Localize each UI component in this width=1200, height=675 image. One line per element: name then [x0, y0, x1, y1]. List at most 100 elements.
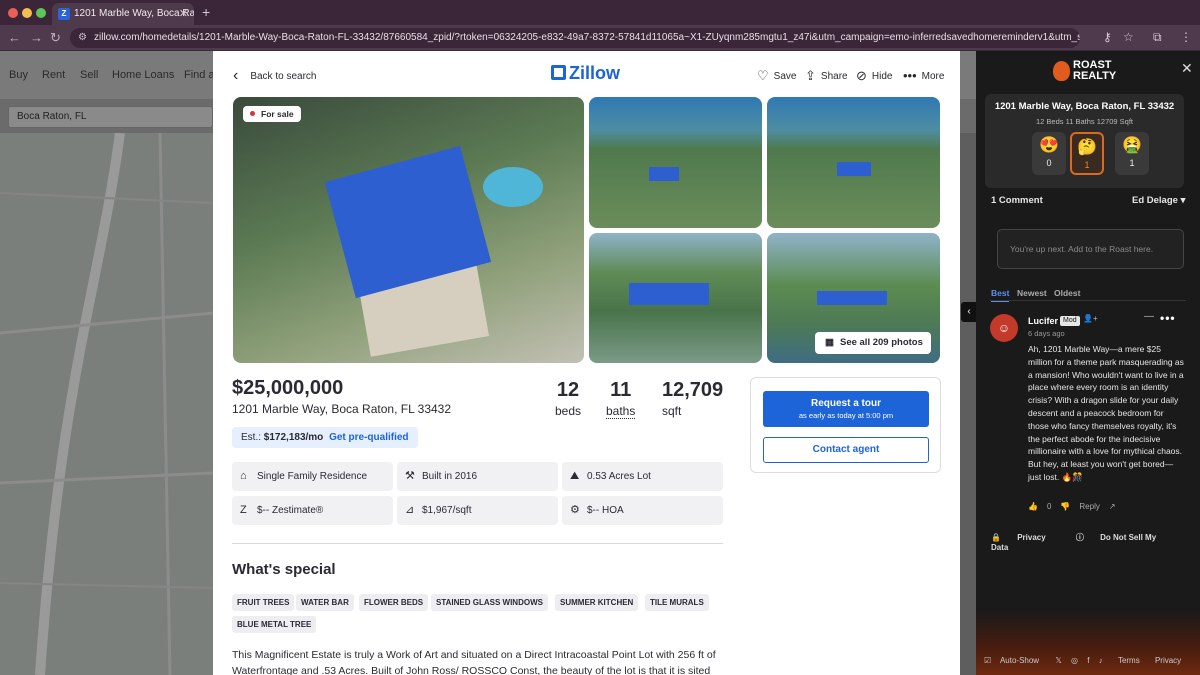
- share-label: Share: [820, 71, 848, 82]
- heart-eyes-icon: 😍: [1039, 137, 1059, 154]
- add-user-icon[interactable]: 👤+: [1083, 314, 1098, 323]
- photo-aerial-2[interactable]: [767, 97, 940, 228]
- fact-home-type: ⌂ Single Family Residence: [232, 462, 393, 491]
- more-button[interactable]: ••• More: [903, 67, 945, 83]
- see-all-label: See all 209 photos: [839, 337, 923, 348]
- contact-agent-button[interactable]: Contact agent: [763, 437, 929, 463]
- photo-pool: [483, 167, 543, 207]
- main-photo[interactable]: For sale: [233, 97, 584, 363]
- downvote-icon[interactable]: 👎: [1060, 502, 1070, 511]
- sort-newest-tab[interactable]: Newest: [1017, 288, 1047, 298]
- reaction-thinking[interactable]: 🤔 1: [1070, 132, 1104, 175]
- minimize-window-button[interactable]: [22, 8, 32, 18]
- zestimate-icon: Z: [240, 504, 247, 516]
- chevron-left-icon: ‹: [233, 67, 239, 84]
- status-dot-icon: [250, 111, 255, 116]
- reply-button[interactable]: Reply: [1079, 502, 1099, 511]
- reaction-nauseated[interactable]: 🤮 1: [1115, 132, 1149, 175]
- terms-link[interactable]: Terms: [1118, 656, 1140, 665]
- fire-decoration: [976, 611, 1200, 675]
- baths-value: 11: [610, 379, 632, 401]
- baths-stat[interactable]: 11 baths: [606, 379, 636, 419]
- nav-rent[interactable]: Rent: [42, 69, 65, 81]
- privacy-row: 🔒 Privacy ⓘ Do Not Sell My Data: [991, 532, 1200, 552]
- comment-actions: 👍 0 👎 Reply ↗: [1028, 502, 1125, 511]
- avatar[interactable]: ☺: [990, 314, 1018, 342]
- maximize-window-button[interactable]: [36, 8, 46, 18]
- see-all-photos-button[interactable]: ▦ See all 209 photos: [815, 332, 931, 354]
- fact-text: 0.53 Acres Lot: [587, 471, 651, 482]
- hide-icon: ⊘: [856, 68, 867, 83]
- site-settings-icon[interactable]: ⚙: [78, 28, 87, 48]
- photo-house-roof: [817, 291, 887, 305]
- tab-title: 1201 Marble Way, Boca Raton: [74, 8, 194, 19]
- nav-buy[interactable]: Buy: [9, 69, 28, 81]
- comment-input[interactable]: You're up next. Add to the Roast here.: [997, 229, 1184, 269]
- user-menu[interactable]: Ed Delage ▾: [1132, 195, 1185, 206]
- extensions-icon[interactable]: ⧉: [1153, 30, 1162, 45]
- new-tab-icon[interactable]: +: [202, 4, 210, 20]
- zillow-z-icon: [551, 65, 566, 80]
- feature-tag: BLUE METAL TREE: [232, 616, 317, 633]
- sidebar-toggle-chevron-icon[interactable]: ‹: [961, 302, 977, 322]
- whats-special-title: What's special: [232, 561, 336, 578]
- privacy-footer-link[interactable]: Privacy: [1155, 656, 1181, 665]
- get-prequalified-link[interactable]: Get pre-qualified: [329, 432, 408, 443]
- sort-oldest-tab[interactable]: Oldest: [1054, 288, 1080, 298]
- feature-tag: STAINED GLASS WINDOWS: [431, 594, 548, 611]
- tiktok-icon[interactable]: ♪: [1099, 656, 1103, 665]
- close-tab-icon[interactable]: ✕: [179, 3, 188, 25]
- close-window-button[interactable]: [8, 8, 18, 18]
- for-sale-badge: For sale: [243, 106, 301, 122]
- photo-aerial-3[interactable]: [589, 233, 762, 363]
- fact-hoa: ⚙ $-- HOA: [562, 496, 723, 525]
- comment-author[interactable]: Lucifer: [1028, 316, 1058, 326]
- map-area[interactable]: [0, 133, 213, 675]
- browser-tab[interactable]: Z 1201 Marble Way, Boca Raton ✕: [52, 3, 194, 25]
- reaction-heart-eyes[interactable]: 😍 0: [1032, 132, 1066, 175]
- zillow-logo[interactable]: Zillow: [551, 63, 620, 84]
- auto-show-label: Auto-Show: [999, 656, 1040, 665]
- feature-tag: WATER BAR: [296, 594, 354, 611]
- location-search-input[interactable]: Boca Raton, FL: [8, 106, 213, 128]
- request-tour-button[interactable]: Request a tour as early as today at 5:00 …: [763, 391, 929, 427]
- facebook-icon[interactable]: f: [1087, 656, 1089, 665]
- feature-tag: FLOWER BEDS: [359, 594, 429, 611]
- auto-show-toggle[interactable]: ☑ Auto-Show: [984, 656, 1046, 665]
- privacy-link[interactable]: 🔒 Privacy: [991, 533, 1060, 542]
- request-tour-label: Request a tour: [810, 398, 881, 409]
- nav-sell[interactable]: Sell: [80, 69, 98, 81]
- roast-property-meta: 12 Beds 11 Baths 12709 Sqft: [1035, 117, 1134, 126]
- back-icon[interactable]: ←: [8, 30, 21, 45]
- hide-button[interactable]: ⊘ Hide: [856, 67, 892, 83]
- share-button[interactable]: ⇪ Share: [805, 67, 848, 83]
- x-social-icon[interactable]: 𝕏: [1055, 656, 1061, 665]
- logo-text: Zillow: [569, 63, 620, 83]
- nav-home-loans[interactable]: Home Loans: [112, 69, 174, 81]
- estimated-payment[interactable]: Est.: $172,183/mo Get pre-qualified: [232, 427, 418, 448]
- beds-stat: 12 beds: [555, 379, 581, 418]
- listing-price: $25,000,000: [232, 377, 344, 399]
- instagram-icon[interactable]: ◎: [1071, 656, 1078, 665]
- thinking-icon: 🤔: [1077, 139, 1097, 156]
- feature-tag: TILE MURALS: [645, 594, 709, 611]
- share-comment-icon[interactable]: ↗: [1109, 502, 1116, 511]
- save-button[interactable]: ♡ Save: [757, 67, 796, 83]
- forward-icon[interactable]: →: [30, 30, 43, 45]
- nav-find-agent[interactable]: Find a: [184, 69, 215, 81]
- url-field[interactable]: ⚙ zillow.com/homedetails/1201-Marble-Way…: [70, 28, 1080, 48]
- reload-icon[interactable]: ↻: [50, 30, 61, 46]
- modal-header: ‹ Back to search Zillow ♡ Save ⇪ Share ⊘ Hid…: [213, 51, 960, 97]
- back-to-search-button[interactable]: ‹ Back to search: [233, 66, 316, 84]
- fact-text: $-- HOA: [587, 505, 624, 516]
- photo-aerial-1[interactable]: [589, 97, 762, 228]
- key-icon[interactable]: ⚷: [1103, 30, 1112, 44]
- close-sidebar-icon[interactable]: ✕: [1181, 60, 1193, 77]
- collapse-icon[interactable]: —: [1144, 311, 1155, 322]
- more-label: More: [921, 71, 945, 82]
- browser-menu-icon[interactable]: ⋮: [1180, 30, 1192, 44]
- upvote-icon[interactable]: 👍: [1028, 502, 1038, 511]
- comment-more-icon[interactable]: •••: [1160, 311, 1176, 325]
- tour-panel: Request a tour as early as today at 5:00 …: [750, 377, 941, 473]
- bookmark-star-icon[interactable]: ☆: [1123, 30, 1134, 44]
